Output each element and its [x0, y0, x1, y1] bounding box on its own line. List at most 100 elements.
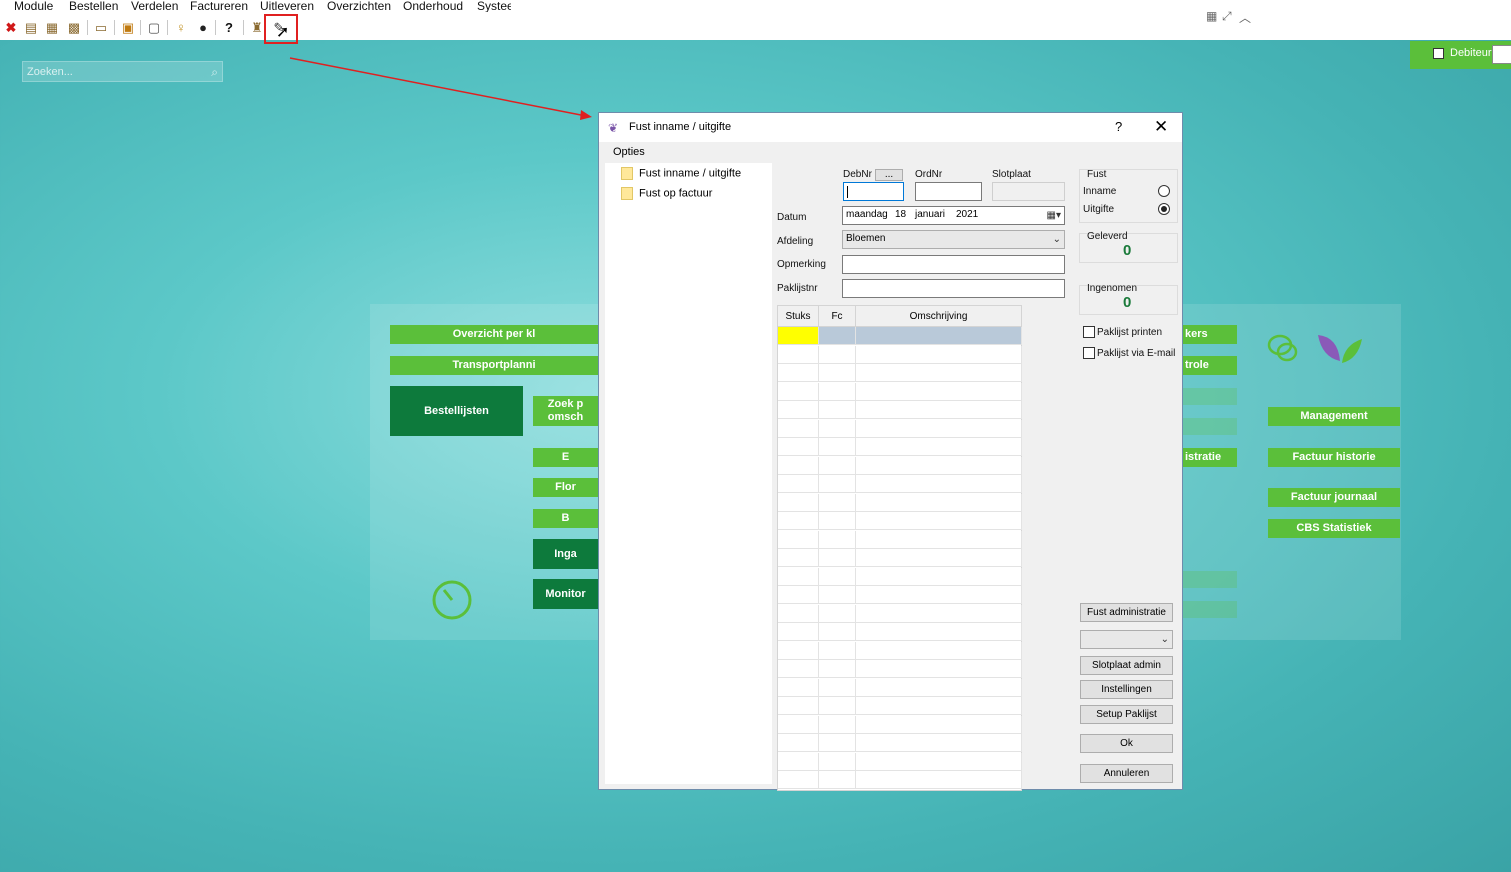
grid-cell[interactable]: [778, 752, 819, 771]
grid-cell[interactable]: [778, 586, 819, 604]
cbs-statistiek-button[interactable]: CBS Statistiek: [1268, 519, 1400, 538]
grid-header-fc[interactable]: Fc: [819, 306, 856, 327]
tree-item-fust-op-factuur[interactable]: Fust op factuur: [621, 187, 712, 200]
grid-cell[interactable]: [778, 549, 819, 567]
ordnr-input[interactable]: [915, 182, 982, 201]
grid-cell[interactable]: [819, 586, 856, 604]
grid-cell[interactable]: [819, 364, 856, 382]
grid-cell[interactable]: [778, 715, 819, 734]
uitgifte-radio[interactable]: [1158, 203, 1170, 215]
grid-cell[interactable]: [778, 641, 819, 660]
grid-cell[interactable]: [856, 475, 1022, 493]
grid-cell[interactable]: [856, 678, 1022, 697]
fust-administratie-button[interactable]: Fust administratie: [1080, 603, 1173, 622]
grid-cell[interactable]: [819, 475, 856, 493]
grid-cell[interactable]: [819, 678, 856, 697]
grid-cell[interactable]: [856, 438, 1022, 456]
grid-cell[interactable]: [778, 364, 819, 382]
grid-cell[interactable]: [856, 771, 1022, 789]
grid-header-stuks[interactable]: Stuks: [778, 306, 819, 327]
afdeling-select[interactable]: Bloemen ⌄: [842, 230, 1065, 249]
grid-cell[interactable]: [778, 623, 819, 641]
instellingen-button[interactable]: Instellingen: [1080, 680, 1173, 699]
grid-cell[interactable]: [819, 493, 856, 512]
grid-cell[interactable]: [856, 345, 1022, 364]
debnr-lookup-button[interactable]: ...: [875, 169, 903, 181]
grid-header-omschrijving[interactable]: Omschrijving: [856, 306, 1022, 327]
grid-cell[interactable]: [819, 623, 856, 641]
grid-cell[interactable]: [856, 382, 1022, 401]
factuur-journaal-button[interactable]: Factuur journaal: [1268, 488, 1400, 507]
paklijstnr-input[interactable]: [842, 279, 1065, 298]
grid-cell[interactable]: [856, 660, 1022, 678]
kers-button[interactable]: kers: [1183, 325, 1237, 344]
grid-cell[interactable]: [778, 512, 819, 530]
grid-cell[interactable]: [778, 382, 819, 401]
grid-cell[interactable]: [778, 327, 819, 345]
grid-cell[interactable]: [778, 660, 819, 678]
opmerking-input[interactable]: [842, 255, 1065, 274]
grid-cell[interactable]: [819, 549, 856, 567]
bestellijsten-button[interactable]: Bestellijsten: [390, 386, 523, 436]
grid-cell[interactable]: [819, 567, 856, 586]
zoek-omschrijving-button[interactable]: Zoek p omsch: [533, 396, 598, 426]
grid-cell[interactable]: [856, 401, 1022, 419]
grid-cell[interactable]: [778, 419, 819, 438]
grid-cell[interactable]: [856, 586, 1022, 604]
grid-cell[interactable]: [778, 401, 819, 419]
grid-cell[interactable]: [856, 493, 1022, 512]
grid-cell[interactable]: [778, 678, 819, 697]
monitor-button[interactable]: Monitor: [533, 579, 598, 609]
inname-radio[interactable]: [1158, 185, 1170, 197]
grid-cell[interactable]: [778, 456, 819, 475]
datum-picker[interactable]: maandag 18 januari 2021 ▦▾: [842, 206, 1065, 225]
ok-button[interactable]: Ok: [1080, 734, 1173, 753]
grid-cell[interactable]: [856, 641, 1022, 660]
grid-cell[interactable]: [856, 364, 1022, 382]
grid-cell[interactable]: [778, 734, 819, 752]
trole-button[interactable]: trole: [1183, 356, 1237, 375]
paklijst-email-checkbox[interactable]: [1083, 347, 1095, 359]
grid-cell[interactable]: [856, 604, 1022, 623]
grid-cell[interactable]: [819, 530, 856, 549]
grid-cell[interactable]: [856, 530, 1022, 549]
grid-cell[interactable]: [819, 456, 856, 475]
grid-cell[interactable]: [856, 512, 1022, 530]
admin-select[interactable]: ⌄: [1080, 630, 1173, 649]
slotplaat-admin-button[interactable]: Slotplaat admin: [1080, 656, 1173, 675]
grid-cell[interactable]: [819, 512, 856, 530]
grid-cell[interactable]: [778, 438, 819, 456]
help-button[interactable]: ?: [1115, 119, 1122, 134]
grid-cell[interactable]: [856, 734, 1022, 752]
annuleren-button[interactable]: Annuleren: [1080, 764, 1173, 783]
grid-cell[interactable]: [778, 567, 819, 586]
grid-cell[interactable]: [856, 567, 1022, 586]
grid-cell[interactable]: [856, 715, 1022, 734]
management-button[interactable]: Management: [1268, 407, 1400, 426]
grid-cell[interactable]: [778, 530, 819, 549]
grid-cell[interactable]: [856, 623, 1022, 641]
grid-cell[interactable]: [778, 345, 819, 364]
grid-cell[interactable]: [819, 734, 856, 752]
close-icon[interactable]: ✕: [1154, 117, 1168, 137]
grid-cell[interactable]: [856, 752, 1022, 771]
grid-cell[interactable]: [819, 660, 856, 678]
grid-cell[interactable]: [819, 604, 856, 623]
grid-cell[interactable]: [856, 327, 1022, 345]
tree-item-fust-inname[interactable]: Fust inname / uitgifte: [621, 167, 741, 180]
grid-cell[interactable]: [778, 475, 819, 493]
grid-cell[interactable]: [819, 327, 856, 345]
grid-cell[interactable]: [778, 493, 819, 512]
transportplanning-button[interactable]: Transportplanni: [390, 356, 598, 375]
grid-cell[interactable]: [819, 697, 856, 715]
inga-button[interactable]: Inga: [533, 539, 598, 569]
grid-cell[interactable]: [856, 419, 1022, 438]
grid-cell[interactable]: [856, 549, 1022, 567]
grid-cell[interactable]: [819, 438, 856, 456]
grid-cell[interactable]: [819, 419, 856, 438]
administratie-button[interactable]: istratie: [1183, 448, 1237, 467]
e-button[interactable]: E: [533, 448, 598, 467]
debnr-input[interactable]: [843, 182, 904, 201]
grid-cell[interactable]: [778, 604, 819, 623]
factuur-historie-button[interactable]: Factuur historie: [1268, 448, 1400, 467]
